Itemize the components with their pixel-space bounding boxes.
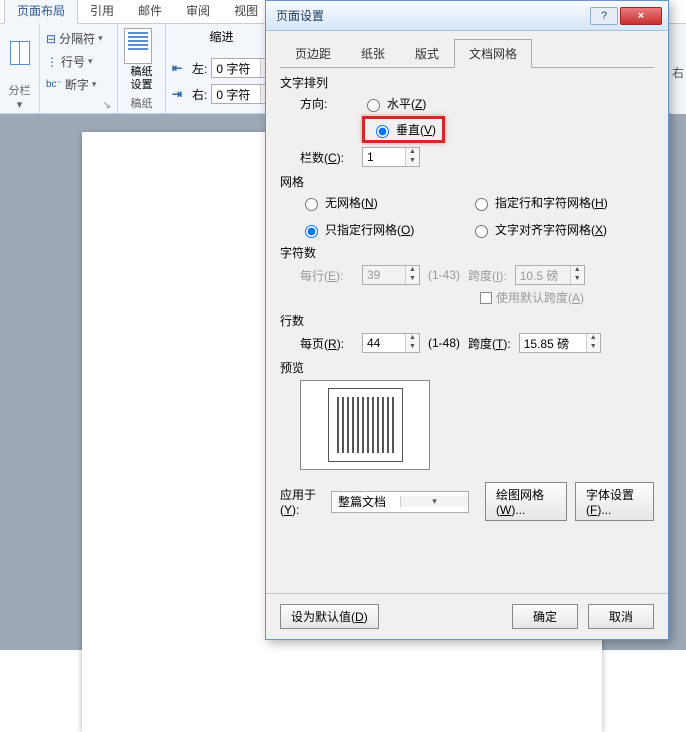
- per-line-input: ▲▼: [362, 265, 420, 285]
- columns-label-dlg: 栏数(C):: [300, 149, 354, 166]
- line-numbers-button[interactable]: ⋮行号▾: [46, 51, 103, 72]
- set-default-button[interactable]: 设为默认值(D): [280, 604, 379, 629]
- per-page-range: (1-48): [428, 336, 460, 350]
- direction-row: 方向: 水平(Z): [300, 95, 654, 112]
- hyphenation-button[interactable]: bc⁻断字▾: [46, 74, 103, 95]
- radio-vertical[interactable]: 垂直(V): [371, 121, 436, 138]
- close-button[interactable]: ×: [620, 7, 662, 25]
- preview-section: 预览: [280, 359, 654, 376]
- pitch-input: ▲▼: [515, 265, 585, 285]
- tab-view[interactable]: 视图: [222, 0, 270, 23]
- lines-section: 行数: [280, 312, 654, 329]
- columns-group: 分栏▾: [0, 24, 40, 113]
- columns-button[interactable]: [6, 28, 34, 78]
- font-settings-button[interactable]: 字体设置(F)...: [575, 482, 654, 521]
- preview-box: [300, 380, 430, 470]
- dialog-tabs: 页边距 纸张 版式 文档网格: [280, 39, 654, 68]
- radio-line-char-grid[interactable]: 指定行和字符网格(H): [470, 194, 654, 211]
- paper-group: 稿纸 设置 稿纸: [118, 24, 166, 113]
- text-direction-section: 文字排列: [280, 74, 654, 91]
- per-page-label: 每页(R):: [300, 335, 354, 352]
- grid-section: 网格: [280, 173, 654, 190]
- right-truncated-label: 右: [672, 24, 686, 114]
- columns-label: 分栏▾: [9, 82, 31, 111]
- paper-settings-button[interactable]: 稿纸 设置: [124, 28, 159, 92]
- preview-page-icon: [328, 388, 403, 462]
- draw-grid-button[interactable]: 绘图网格(W)...: [485, 482, 567, 521]
- columns-input[interactable]: ▲▼: [362, 147, 420, 167]
- cancel-button[interactable]: 取消: [588, 604, 654, 629]
- radio-vertical-highlight: 垂直(V): [362, 116, 445, 143]
- indent-left-icon: ⇤: [172, 61, 188, 75]
- tab-page-layout[interactable]: 页面布局: [4, 0, 78, 24]
- chars-section: 字符数: [280, 244, 654, 261]
- line-pitch-label: 跨度(T):: [468, 335, 511, 352]
- help-button[interactable]: ?: [590, 7, 618, 25]
- indent-right-label: 右:: [192, 86, 207, 103]
- breaks-group: ⊟分隔符▾ ⋮行号▾ bc⁻断字▾ ↘: [40, 24, 118, 113]
- indent-title: 缩进: [209, 28, 233, 45]
- columns-icon: [10, 41, 30, 65]
- tab-references[interactable]: 引用: [78, 0, 126, 23]
- tab-paper[interactable]: 纸张: [346, 39, 400, 68]
- tab-margins[interactable]: 页边距: [280, 39, 346, 68]
- radio-snap-char-grid[interactable]: 文字对齐字符网格(X): [470, 221, 654, 238]
- dialog-footer: 设为默认值(D) 确定 取消: [266, 593, 668, 639]
- grid-options: 无网格(N) 指定行和字符网格(H) 只指定行网格(O) 文字对齐字符网格(X): [300, 194, 654, 238]
- use-default-pitch-row: 使用默认跨度(A): [480, 289, 654, 306]
- line-pitch-input[interactable]: ▲▼: [519, 333, 601, 353]
- tab-mailings[interactable]: 邮件: [126, 0, 174, 23]
- indent-left-label: 左:: [192, 60, 207, 77]
- per-line-range: (1-43): [428, 268, 460, 282]
- dialog-titlebar[interactable]: 页面设置 ? ×: [266, 1, 668, 31]
- apply-to-select[interactable]: 整篇文档▾: [331, 491, 469, 513]
- direction-label: 方向:: [300, 95, 354, 112]
- per-page-row: 每页(R): ▲▼ (1-48) 跨度(T): ▲▼: [300, 333, 654, 353]
- dialog-body: 页边距 纸张 版式 文档网格 文字排列 方向: 水平(Z) 垂直(V) 栏数(C…: [266, 31, 668, 593]
- tab-review[interactable]: 审阅: [174, 0, 222, 23]
- per-line-label: 每行(E):: [300, 267, 354, 284]
- pitch-label: 跨度(I):: [468, 267, 507, 284]
- indent-right-icon: ⇥: [172, 87, 188, 101]
- apply-row: 应用于(Y): 整篇文档▾ 绘图网格(W)... 字体设置(F)...: [280, 482, 654, 521]
- paper-group-label: 稿纸: [131, 95, 153, 111]
- ok-button[interactable]: 确定: [512, 604, 578, 629]
- direction-row-vertical: 垂直(V): [300, 116, 654, 143]
- columns-row: 栏数(C): ▲▼: [300, 147, 654, 167]
- per-page-input[interactable]: ▲▼: [362, 333, 420, 353]
- indent-left-row: ⇤ 左: ▲▼: [172, 58, 275, 78]
- breaks-button[interactable]: ⊟分隔符▾: [46, 28, 103, 49]
- paper-icon: [124, 28, 152, 64]
- radio-line-only-grid[interactable]: 只指定行网格(O): [300, 221, 460, 238]
- per-line-row: 每行(E): ▲▼ (1-43) 跨度(I): ▲▼: [300, 265, 654, 285]
- indent-group: 缩进 ⇤ 左: ▲▼ ⇥ 右: ▲▼: [166, 24, 278, 113]
- apply-to-label: 应用于(Y):: [280, 486, 323, 517]
- use-default-pitch-checkbox: 使用默认跨度(A): [480, 289, 584, 306]
- page-setup-dialog: 页面设置 ? × 页边距 纸张 版式 文档网格 文字排列 方向: 水平(Z) 垂…: [265, 0, 669, 640]
- radio-no-grid[interactable]: 无网格(N): [300, 194, 460, 211]
- indent-right-row: ⇥ 右: ▲▼: [172, 84, 275, 104]
- dialog-title: 页面设置: [276, 7, 324, 24]
- tab-layout[interactable]: 版式: [400, 39, 454, 68]
- tab-doc-grid[interactable]: 文档网格: [454, 39, 532, 68]
- radio-horizontal[interactable]: 水平(Z): [362, 95, 426, 112]
